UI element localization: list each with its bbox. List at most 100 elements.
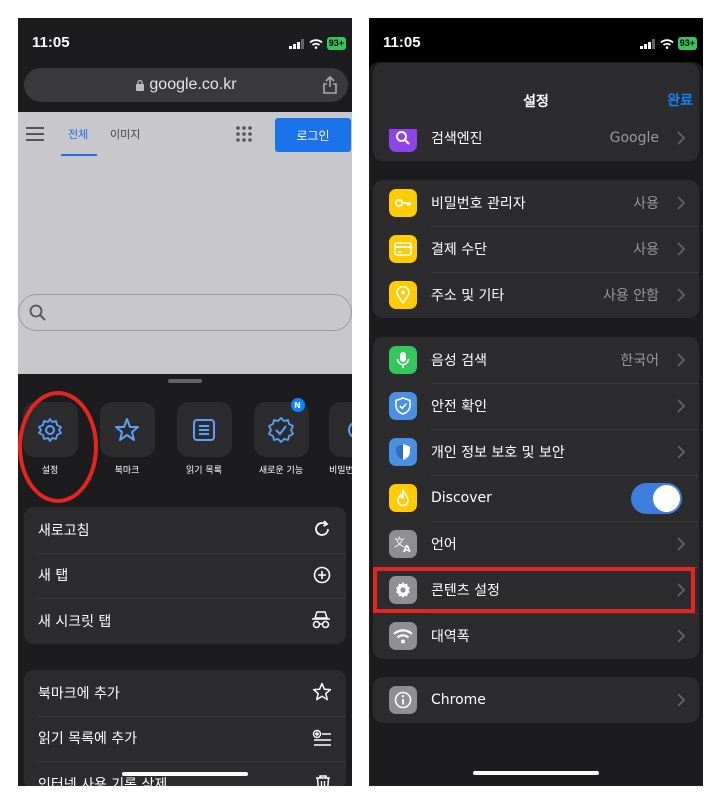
google-nav: 전체 이미지 로그인 <box>18 112 352 160</box>
setting-privacy-security[interactable]: 개인 정보 보호 및 보안 <box>373 429 699 475</box>
menu-reload-label: 새로고침 <box>38 522 90 539</box>
incognito-icon <box>312 611 330 629</box>
menu-add-bookmark-label: 북마크에 추가 <box>38 685 120 702</box>
setting-label: 비밀번호 관리자 <box>431 196 526 212</box>
wifi-status-icon <box>309 38 323 49</box>
setting-value: Google <box>609 130 659 146</box>
settings-group-general: 음성 검색 한국어 안전 확인 개인 정보 보호 및 보안 Discover 文… <box>373 337 699 659</box>
search-icon <box>29 304 46 321</box>
status-bar: 11:05 93+ <box>18 18 352 66</box>
url-text: google.co.kr <box>149 76 237 93</box>
wifi-status-icon <box>660 38 674 49</box>
action-reading-list-tile[interactable] <box>176 402 232 457</box>
tab-images[interactable]: 이미지 <box>110 126 140 142</box>
setting-label: Discover <box>431 490 492 506</box>
menu-new-tab[interactable]: 새 탭 <box>24 552 346 599</box>
discover-toggle[interactable] <box>631 483 682 514</box>
password-icon <box>347 421 352 438</box>
setting-password-manager[interactable]: 비밀번호 관리자 사용 <box>373 180 699 226</box>
setting-label: 대역폭 <box>431 629 470 645</box>
menu-group-1: 새로고침 새 탭 새 시크릿 탭 <box>24 507 346 644</box>
setting-discover[interactable]: Discover <box>373 475 699 521</box>
svg-text:A: A <box>403 544 411 553</box>
setting-content-settings[interactable]: 콘텐츠 설정 <box>373 567 699 613</box>
right-screen: 11:05 93+ 설정 완료 검색엔진 Google 비밀번호 관리자 사용 <box>369 18 703 786</box>
menu-new-incognito-tab[interactable]: 새 시크릿 탭 <box>24 598 346 644</box>
status-icons: 93+ <box>639 37 697 50</box>
sheet-grabber[interactable] <box>168 379 202 383</box>
action-passwords[interactable]: 비밀번 <box>329 402 352 476</box>
trash-icon <box>316 775 330 786</box>
setting-voice-search[interactable]: 음성 검색 한국어 <box>373 337 699 383</box>
menu-new-tab-label: 새 탭 <box>38 568 69 585</box>
lock-icon <box>136 79 145 91</box>
chevron-right-icon <box>677 288 685 302</box>
menu-group-2: 북마크에 추가 읽기 목록에 추가 인터넷 사용 기록 삭제 <box>24 670 346 786</box>
done-button[interactable]: 완료 <box>667 90 693 110</box>
new-badge: N <box>290 398 305 412</box>
menu-new-incognito-tab-label: 새 시크릿 탭 <box>38 613 112 630</box>
action-passwords-tile[interactable] <box>329 402 352 457</box>
chevron-right-icon <box>677 537 685 551</box>
action-bookmarks-tile[interactable] <box>99 402 155 457</box>
info-icon <box>389 686 417 714</box>
settings-title: 설정 <box>523 94 549 110</box>
setting-value: 한국어 <box>620 353 659 369</box>
address-bar[interactable]: google.co.kr <box>24 68 348 102</box>
setting-label: 안전 확인 <box>431 399 487 415</box>
signal-icon <box>288 38 304 49</box>
setting-payment-methods[interactable]: 결제 수단 사용 <box>373 226 699 272</box>
status-bar: 11:05 93+ <box>369 18 703 66</box>
action-reading-list-label: 읽기 목록 <box>186 466 222 476</box>
discover-flame-icon <box>389 484 417 512</box>
action-bookmarks[interactable]: 북마크 <box>98 402 156 476</box>
hamburger-menu-icon[interactable] <box>26 127 44 141</box>
setting-label: 콘텐츠 설정 <box>431 583 500 599</box>
action-settings-tile[interactable] <box>22 402 78 457</box>
setting-safety-check[interactable]: 안전 확인 <box>373 383 699 429</box>
settings-group-about: Chrome <box>373 677 699 723</box>
status-icons: 93+ <box>288 37 346 50</box>
reload-icon <box>315 520 329 536</box>
tab-all-underline <box>61 154 97 156</box>
action-bookmarks-label: 북마크 <box>114 466 140 476</box>
google-search-box[interactable] <box>18 294 352 331</box>
tab-all[interactable]: 전체 <box>68 126 88 142</box>
setting-value: 사용 <box>633 242 659 258</box>
action-reading-list[interactable]: 읽기 목록 <box>175 402 233 476</box>
plus-circle-icon <box>313 566 331 583</box>
home-indicator <box>122 772 248 776</box>
menu-add-bookmark[interactable]: 북마크에 추가 <box>24 670 346 716</box>
webpage-content: 전체 이미지 로그인 <box>18 112 352 374</box>
setting-addresses[interactable]: 주소 및 기타 사용 안함 <box>373 272 699 318</box>
credit-card-icon <box>389 235 417 263</box>
apps-grid-icon[interactable] <box>236 126 252 142</box>
setting-chrome[interactable]: Chrome <box>373 677 699 723</box>
overflow-menu-sheet: 설정 북마크 읽기 목록 N 새로운 기능 비밀번 새로고침 새 탭 새 시크릿… <box>18 374 352 786</box>
chevron-right-icon <box>677 353 685 367</box>
chevron-right-icon <box>677 445 685 459</box>
add-reading-list-icon <box>312 729 331 746</box>
microphone-icon <box>389 346 417 374</box>
menu-add-reading-list[interactable]: 읽기 목록에 추가 <box>24 715 346 762</box>
shield-check-icon <box>389 392 417 420</box>
setting-label: 검색엔진 <box>431 131 483 147</box>
privacy-shield-icon <box>389 438 417 466</box>
action-settings[interactable]: 설정 <box>21 402 79 476</box>
chevron-right-icon <box>677 399 685 413</box>
chevron-right-icon <box>677 583 685 597</box>
status-time: 11:05 <box>383 34 421 51</box>
action-settings-label: 설정 <box>41 466 59 476</box>
setting-label: 언어 <box>431 537 457 553</box>
setting-bandwidth[interactable]: 대역폭 <box>373 613 699 659</box>
share-icon[interactable] <box>322 75 338 95</box>
setting-label: 결제 수단 <box>431 242 487 258</box>
action-new-features[interactable]: N 새로운 기능 <box>252 398 310 476</box>
action-new-features-label: 새로운 기능 <box>258 466 304 476</box>
setting-label: 음성 검색 <box>431 353 487 369</box>
menu-reload[interactable]: 새로고침 <box>24 507 346 553</box>
setting-languages[interactable]: 文A 언어 <box>373 521 699 567</box>
login-button[interactable]: 로그인 <box>275 118 351 152</box>
action-new-features-tile[interactable]: N <box>253 398 309 457</box>
gear-icon <box>389 576 417 604</box>
